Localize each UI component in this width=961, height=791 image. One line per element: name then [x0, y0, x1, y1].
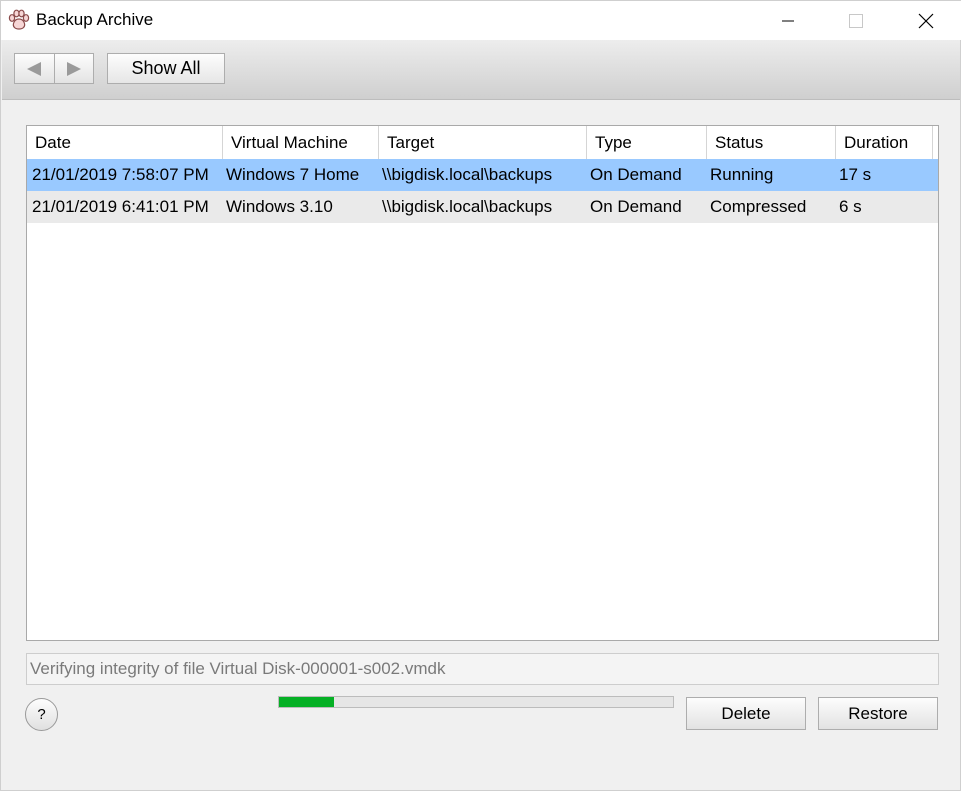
toolbar: Show All	[2, 40, 960, 100]
help-button-label: ?	[37, 706, 46, 723]
table-row[interactable]: 21/01/2019 7:58:07 PM Windows 7 Home \\b…	[27, 159, 938, 191]
cell-date: 21/01/2019 6:41:01 PM	[32, 197, 209, 216]
status-message-field: Verifying integrity of file Virtual Disk…	[26, 653, 939, 685]
progress-bar	[278, 696, 674, 708]
navigation-group	[14, 53, 94, 84]
window-title: Backup Archive	[36, 10, 154, 29]
help-button[interactable]: ?	[25, 698, 58, 731]
close-button[interactable]	[903, 1, 949, 40]
cell-target: \\bigdisk.local\backups	[382, 197, 553, 216]
cell-duration: 17 s	[839, 165, 872, 184]
backup-table: Date Virtual Machine Target Type Status …	[26, 125, 939, 641]
show-all-button[interactable]: Show All	[107, 53, 225, 84]
cell-duration: 6 s	[839, 197, 862, 216]
back-button[interactable]	[15, 54, 54, 83]
cell-virtual-machine: Windows 7 Home	[226, 165, 360, 184]
cell-virtual-machine: Windows 3.10	[226, 197, 333, 216]
maximize-icon	[849, 13, 863, 28]
close-icon	[918, 13, 934, 28]
table-row[interactable]: 21/01/2019 6:41:01 PM Windows 3.10 \\big…	[27, 191, 938, 223]
title-bar: Backup Archive	[1, 1, 961, 40]
minimize-button[interactable]	[765, 1, 811, 40]
column-header-status[interactable]: Status	[707, 126, 836, 159]
column-header-duration[interactable]: Duration	[836, 126, 933, 159]
back-arrow-icon	[27, 61, 42, 76]
cell-type: On Demand	[590, 165, 682, 184]
minimize-icon	[782, 20, 794, 21]
forward-arrow-icon	[66, 61, 81, 76]
column-header-type[interactable]: Type	[587, 126, 707, 159]
table-header: Date Virtual Machine Target Type Status …	[27, 126, 938, 159]
progress-bar-fill	[279, 697, 335, 707]
delete-button[interactable]: Delete	[686, 697, 806, 730]
column-header-virtual-machine[interactable]: Virtual Machine	[223, 126, 379, 159]
column-header-target[interactable]: Target	[379, 126, 587, 159]
column-header-date[interactable]: Date	[27, 126, 223, 159]
paw-icon	[7, 8, 31, 32]
cell-status: Compressed	[710, 197, 807, 216]
maximize-button[interactable]	[833, 1, 879, 40]
cell-type: On Demand	[590, 197, 682, 216]
cell-status: Running	[710, 165, 774, 184]
forward-button[interactable]	[54, 54, 93, 83]
cell-date: 21/01/2019 7:58:07 PM	[32, 165, 209, 184]
cell-target: \\bigdisk.local\backups	[382, 165, 553, 184]
backup-archive-window: Backup Archive Show All Date Virtual Mac…	[0, 0, 961, 791]
restore-button[interactable]: Restore	[818, 697, 938, 730]
